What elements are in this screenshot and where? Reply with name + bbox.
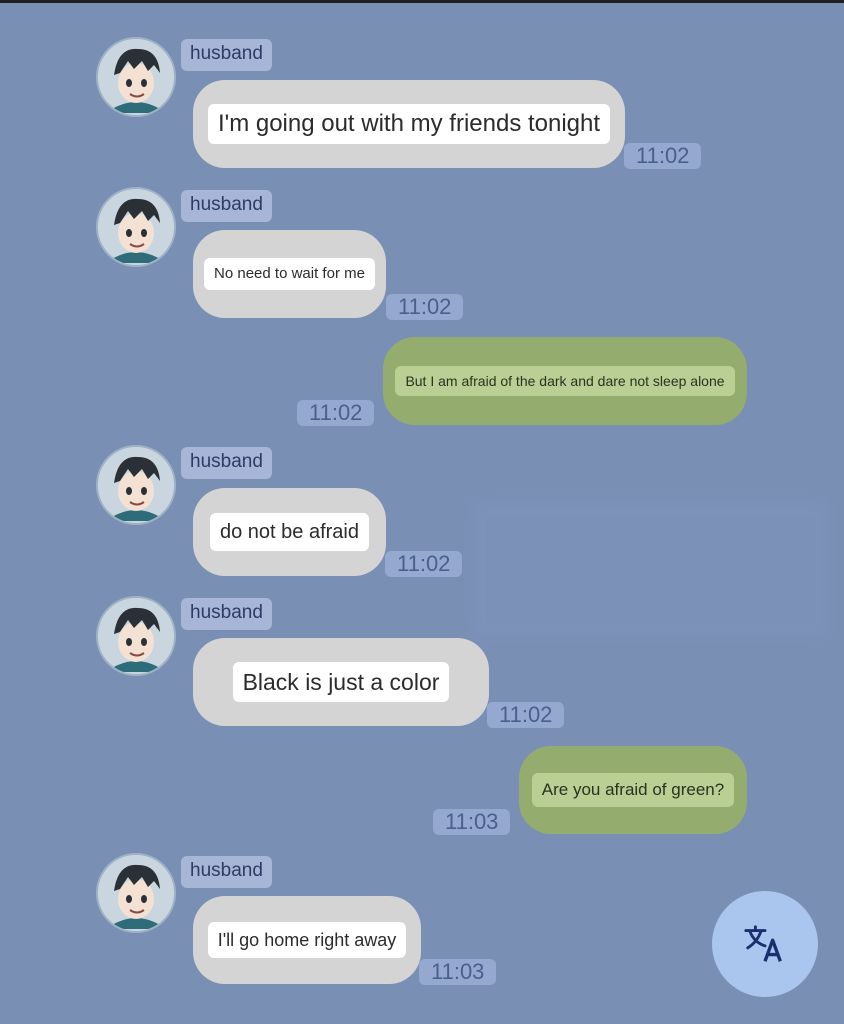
message-bubble[interactable]: But I am afraid of the dark and dare not…: [383, 337, 747, 425]
sender-name: husband: [181, 39, 272, 71]
message-text: But I am afraid of the dark and dare not…: [395, 366, 735, 396]
sender-name: husband: [181, 447, 272, 479]
message-time: 11:03: [433, 809, 511, 835]
translate-button[interactable]: [712, 891, 818, 997]
message-text: do not be afraid: [210, 513, 369, 551]
avatar-icon: [98, 189, 174, 265]
message-bubble[interactable]: I'll go home right away: [193, 896, 421, 984]
avatar[interactable]: [96, 596, 176, 676]
message-text: No need to wait for me: [204, 258, 375, 290]
message-time: 11:02: [297, 400, 375, 426]
message-bubble[interactable]: Black is just a color: [193, 638, 489, 726]
message-text: I'll go home right away: [207, 922, 407, 958]
avatar[interactable]: [96, 187, 176, 267]
sender-name: husband: [181, 856, 272, 888]
blurred-region: [470, 500, 830, 638]
message-text: Are you afraid of green?: [531, 773, 735, 807]
avatar-icon: [98, 598, 174, 674]
message-time: 11:02: [487, 702, 565, 728]
message-time: 11:02: [386, 294, 464, 320]
sender-name: husband: [181, 190, 272, 222]
message-time: 11:02: [624, 143, 702, 169]
message-bubble[interactable]: No need to wait for me: [193, 230, 386, 318]
message-bubble[interactable]: do not be afraid: [193, 488, 386, 576]
message-text: Black is just a color: [232, 662, 450, 702]
message-text: I'm going out with my friends tonight: [207, 104, 611, 144]
message-time: 11:02: [385, 551, 463, 577]
top-edge-bar: [0, 0, 844, 3]
avatar-icon: [98, 39, 174, 115]
message-time: 11:03: [419, 959, 497, 985]
avatar-icon: [98, 447, 174, 523]
avatar-icon: [98, 855, 174, 931]
avatar[interactable]: [96, 37, 176, 117]
message-bubble[interactable]: I'm going out with my friends tonight: [193, 80, 625, 168]
sender-name: husband: [181, 598, 272, 630]
avatar[interactable]: [96, 445, 176, 525]
message-bubble[interactable]: Are you afraid of green?: [519, 746, 747, 834]
avatar[interactable]: [96, 853, 176, 933]
translate-icon: [744, 925, 782, 962]
